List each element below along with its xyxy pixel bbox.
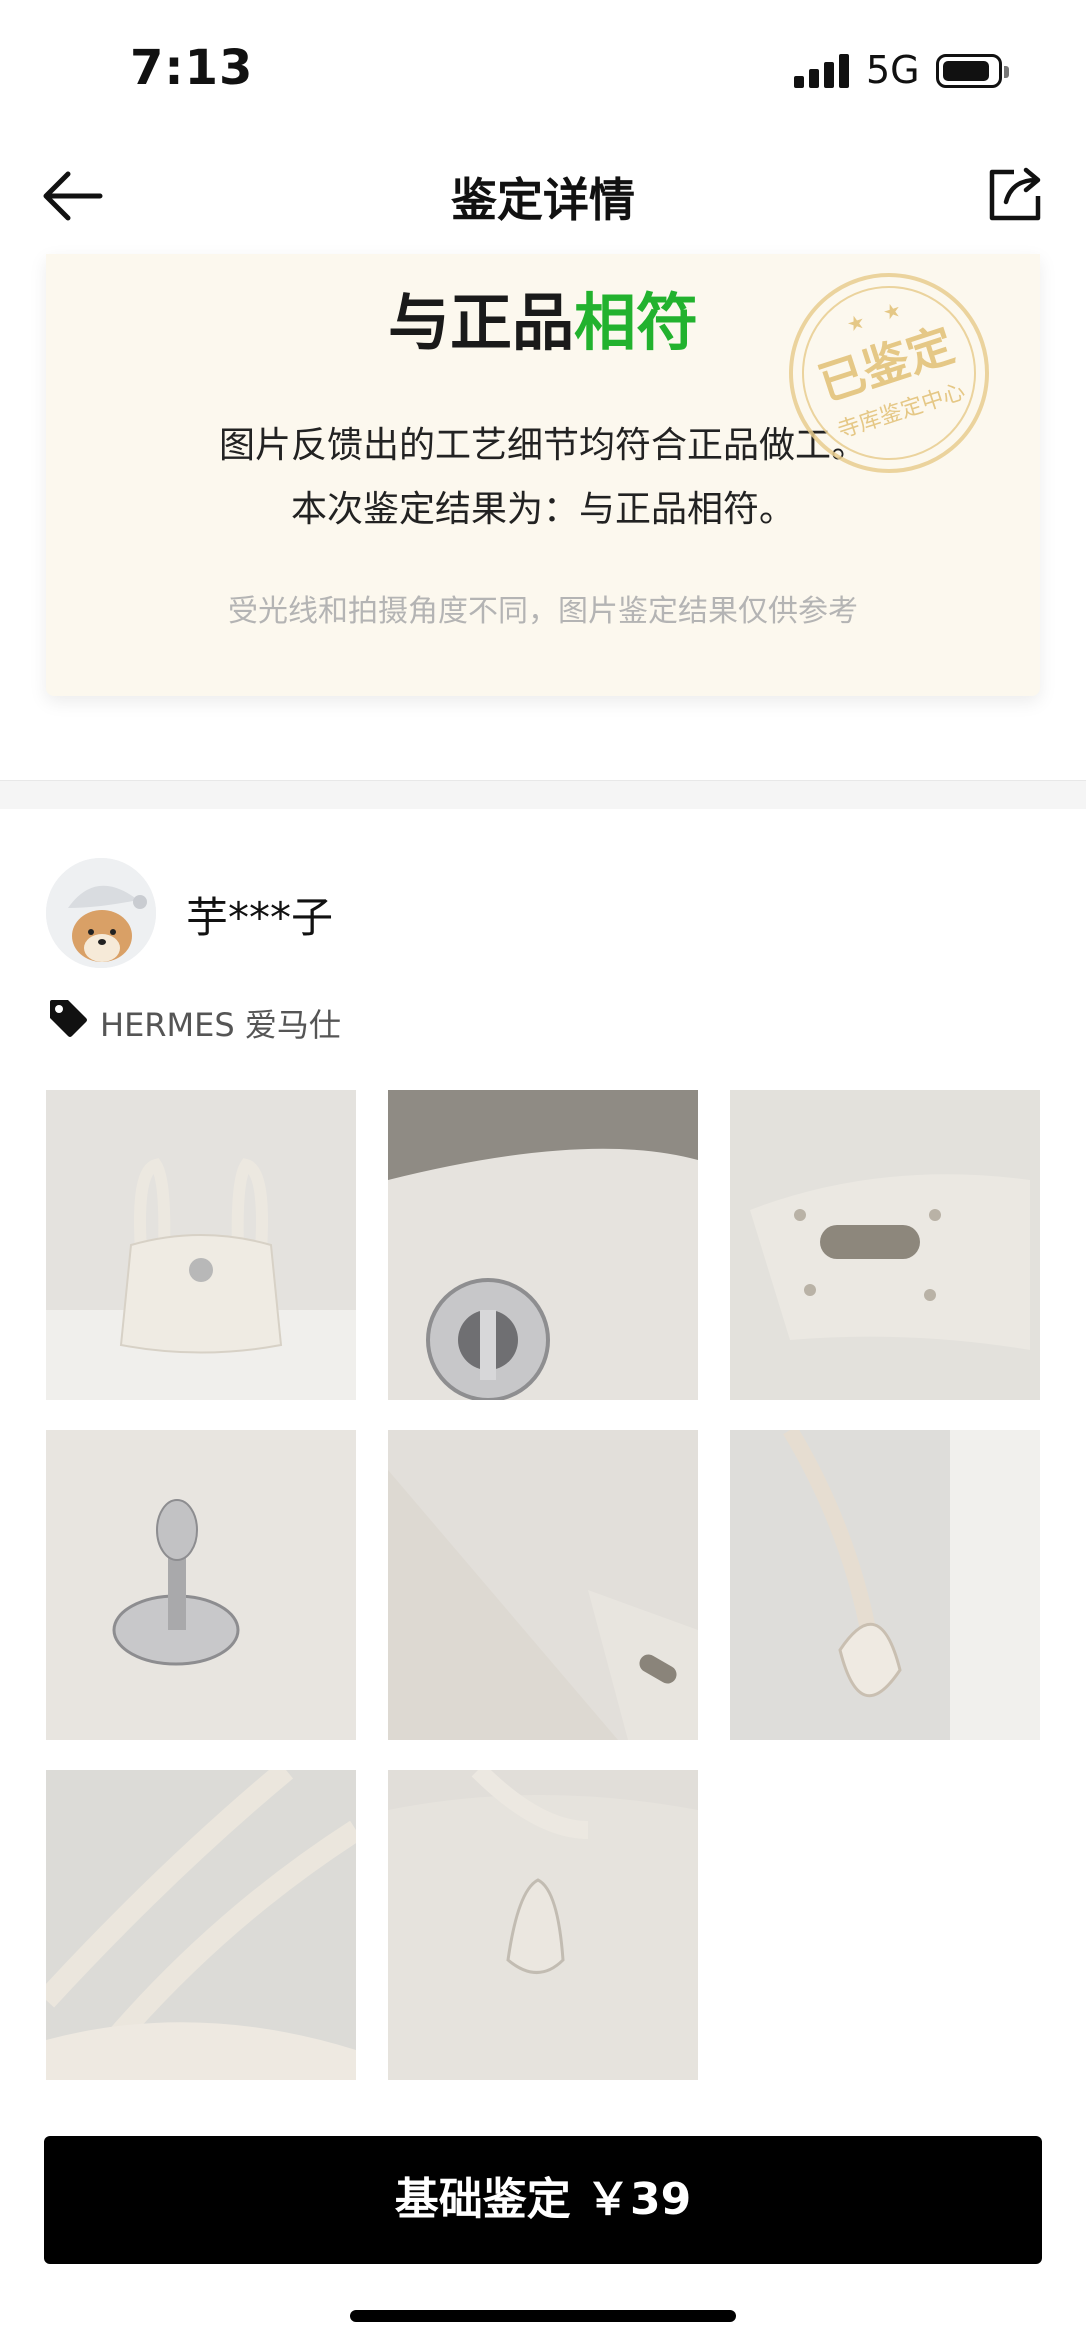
- photo-thumbnail[interactable]: [388, 1770, 698, 2080]
- home-indicator: [350, 2310, 736, 2322]
- strap-tab-photo-icon: [730, 1090, 1040, 1400]
- photo-thumbnail[interactable]: [46, 1090, 356, 1400]
- stamp-leather-photo-icon: [388, 1430, 698, 1740]
- share-icon: [989, 167, 1041, 221]
- share-button[interactable]: [988, 166, 1042, 222]
- disclaimer-text: 受光线和拍摄角度不同，图片鉴定结果仅供参考: [228, 594, 858, 629]
- handles-top-photo-icon: [46, 1770, 356, 2080]
- verdict-highlight: 相符: [574, 286, 699, 359]
- lock-closeup-photo-icon: [388, 1090, 698, 1400]
- result-card: 与正品相符 图片反馈出的工艺细节均符合正品做工。 本次鉴定结果为：与正品相符。 …: [46, 254, 1040, 696]
- section-divider: [0, 780, 1086, 809]
- photo-thumbnail[interactable]: [46, 1770, 356, 2080]
- verdict-description-line2: 本次鉴定结果为：与正品相符。: [290, 489, 795, 530]
- signal-icon: [794, 54, 850, 88]
- status-time: 7:13: [130, 40, 254, 96]
- tag-icon: [50, 1000, 87, 1037]
- page-title: 鉴定详情: [451, 173, 635, 227]
- svg-text:★: ★: [844, 309, 868, 337]
- nav-bar: 鉴定详情: [0, 140, 1086, 254]
- basic-appraisal-button[interactable]: 基础鉴定 ￥39: [44, 2136, 1042, 2264]
- battery-icon: [936, 54, 1009, 88]
- username: 芋***子: [186, 893, 334, 942]
- network-type: 5G: [866, 48, 920, 92]
- shiba-avatar-icon: [46, 858, 156, 968]
- svg-text:★: ★: [880, 297, 904, 325]
- photo-thumbnail[interactable]: [388, 1430, 698, 1740]
- brand-label: HERMES 爱马仕: [100, 1006, 341, 1044]
- photo-thumbnail[interactable]: [46, 1430, 356, 1740]
- photo-thumbnail[interactable]: [730, 1430, 1040, 1740]
- turn-lock-photo-icon: [46, 1430, 356, 1740]
- handle-photo-icon: [730, 1430, 1040, 1740]
- verdict-prefix: 与正品: [387, 286, 574, 359]
- side-tab-photo-icon: [388, 1770, 698, 2080]
- avatar[interactable]: [46, 858, 156, 968]
- photo-thumbnail[interactable]: [730, 1090, 1040, 1400]
- status-bar: 7:13 5G: [0, 0, 1086, 140]
- photo-thumbnail[interactable]: [388, 1090, 698, 1400]
- bag-front-photo-icon: [46, 1090, 356, 1400]
